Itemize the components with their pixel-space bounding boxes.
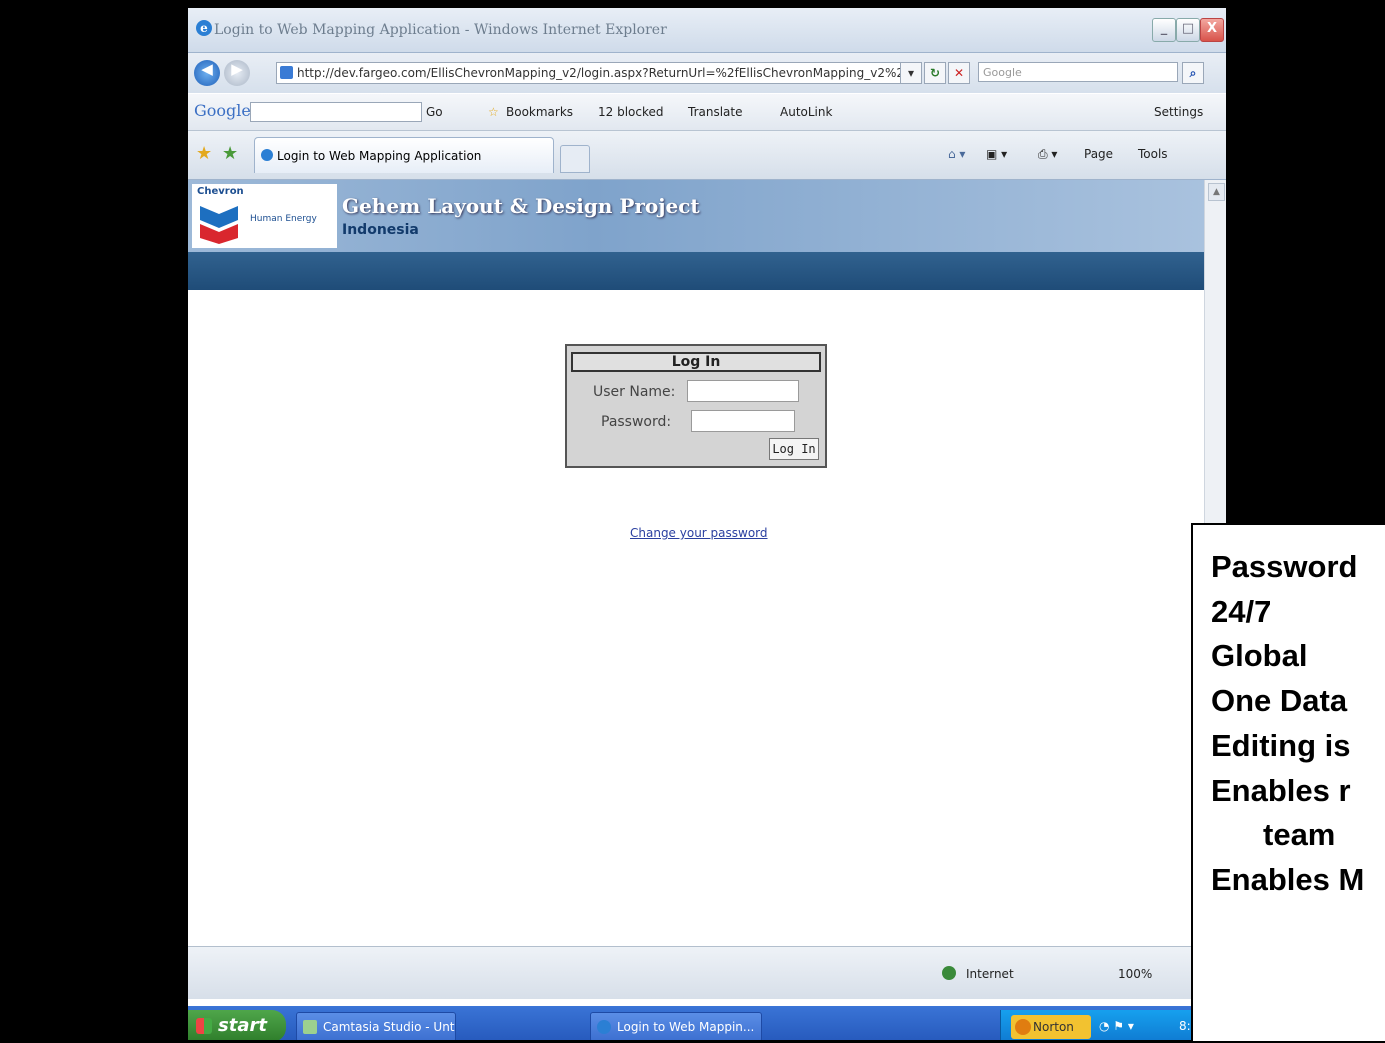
internet-zone-icon — [942, 966, 956, 980]
start-label: start — [218, 1015, 267, 1036]
zoom-level[interactable]: 100% — [1118, 967, 1152, 981]
brand-name: Chevron — [197, 186, 244, 197]
popup-blocked-button[interactable]: 12 blocked — [598, 105, 664, 119]
overlay-line: Editing is — [1211, 727, 1351, 763]
brand-tagline: Human Energy — [250, 214, 317, 224]
window-title-bar: e Login to Web Mapping Application - Win… — [188, 8, 1226, 53]
norton-tray-button[interactable]: Norton — [1011, 1015, 1091, 1039]
search-input[interactable]: Google — [978, 62, 1178, 82]
ie-tab-icon — [261, 149, 273, 161]
overlay-line: Enables r — [1211, 772, 1351, 808]
autolink-button[interactable]: AutoLink — [780, 105, 832, 119]
minimize-button[interactable]: _ — [1152, 18, 1176, 42]
ie-logo-icon: e — [196, 20, 212, 36]
overlay-line: team — [1263, 817, 1336, 853]
login-header: Log In — [571, 352, 821, 372]
caption-overlay: Password 24/7 Global One Data Editing is… — [1191, 523, 1385, 1043]
new-tab-button[interactable] — [560, 145, 590, 173]
project-title: Gehem Layout & Design Project — [342, 194, 700, 218]
overlay-line: 24/7 — [1211, 593, 1272, 629]
login-panel: Log In User Name: Password: Log In — [565, 344, 827, 468]
bookmarks-star-icon: ☆ — [488, 105, 499, 119]
overlay-line: Global — [1211, 638, 1308, 674]
feeds-icon[interactable]: ▣ ▾ — [986, 147, 1007, 161]
translate-button[interactable]: Translate — [688, 105, 743, 119]
camtasia-icon — [303, 1020, 317, 1034]
ie-task-icon — [597, 1020, 611, 1034]
ie-window: e Login to Web Mapping Application - Win… — [188, 8, 1226, 1040]
password-input[interactable] — [691, 410, 795, 432]
bookmarks-button[interactable]: Bookmarks — [506, 105, 573, 119]
search-icon[interactable]: ⌕ — [1182, 62, 1204, 84]
security-zone: Internet — [966, 967, 1014, 981]
login-button[interactable]: Log In — [769, 438, 819, 460]
url-text: http://dev.fargeo.com/EllisChevronMappin… — [297, 66, 918, 80]
add-favorites-icon[interactable]: ★ — [222, 143, 238, 164]
windows-taskbar: start Camtasia Studio - Unt... Login to … — [188, 1006, 1226, 1040]
url-field[interactable]: http://dev.fargeo.com/EllisChevronMappin… — [276, 62, 918, 84]
page-content: Chevron Human Energy Gehem Layout & Desi… — [188, 180, 1204, 946]
google-search-input[interactable] — [250, 102, 422, 122]
stop-icon[interactable]: ✕ — [948, 62, 970, 84]
tray-icons[interactable]: ◔ ⚑ ▾ — [1099, 1019, 1134, 1033]
norton-label: Norton — [1033, 1020, 1074, 1034]
tab-login[interactable]: Login to Web Mapping Application — [254, 137, 554, 173]
chevron-logo-icon — [200, 206, 238, 244]
nav-strip — [188, 252, 1204, 290]
taskbar-item-ie[interactable]: Login to Web Mappin... — [590, 1012, 762, 1040]
scroll-up-icon[interactable]: ▲ — [1208, 183, 1225, 201]
taskbar-item-label: Login to Web Mappin... — [617, 1020, 755, 1034]
back-button[interactable]: ◀ — [194, 60, 220, 86]
home-icon[interactable]: ⌂ ▾ — [948, 147, 965, 161]
change-password-link[interactable]: Change your password — [630, 526, 768, 540]
taskbar-item-camtasia[interactable]: Camtasia Studio - Unt... — [296, 1012, 456, 1040]
go-button[interactable]: Go — [426, 105, 443, 119]
maximize-button[interactable]: □ — [1176, 18, 1200, 42]
tab-bar: ★ ★ Login to Web Mapping Application ⌂ ▾… — [188, 131, 1226, 180]
overlay-line: One Data — [1211, 683, 1348, 719]
page-menu[interactable]: Page — [1084, 147, 1113, 161]
start-button[interactable]: start — [188, 1010, 286, 1040]
favorites-star-icon[interactable]: ★ — [196, 143, 212, 164]
site-banner: Chevron Human Energy Gehem Layout & Desi… — [188, 180, 1204, 252]
chevron-logo: Chevron Human Energy — [192, 184, 337, 248]
close-button[interactable]: X — [1200, 18, 1224, 42]
windows-flag-icon — [196, 1018, 212, 1034]
status-bar: Internet 100% — [188, 946, 1226, 999]
forward-button[interactable]: ▶ — [224, 60, 250, 86]
tab-label: Login to Web Mapping Application — [277, 149, 482, 163]
password-label: Password: — [601, 414, 672, 430]
project-subtitle: Indonesia — [342, 222, 419, 238]
window-title: Login to Web Mapping Application - Windo… — [214, 22, 667, 38]
taskbar-item-label: Camtasia Studio - Unt... — [323, 1020, 456, 1034]
google-toolbar: Google Go ☆ Bookmarks 12 blocked Transla… — [188, 94, 1226, 131]
overlay-line: Password — [1211, 549, 1358, 584]
address-dropdown-icon[interactable]: ▾ — [900, 62, 922, 84]
page-icon — [280, 66, 293, 79]
settings-button[interactable]: Settings — [1154, 105, 1203, 119]
refresh-icon[interactable]: ↻ — [924, 62, 946, 84]
username-label: User Name: — [593, 384, 676, 400]
overlay-line: Enables M — [1211, 861, 1365, 897]
tools-menu[interactable]: Tools — [1138, 147, 1168, 161]
norton-icon — [1015, 1019, 1031, 1035]
print-icon[interactable]: ⎙ ▾ — [1038, 147, 1057, 162]
username-input[interactable] — [687, 380, 799, 402]
google-logo: Google — [194, 101, 251, 120]
address-bar-row: ◀ ▶ http://dev.fargeo.com/EllisChevronMa… — [188, 53, 1226, 93]
